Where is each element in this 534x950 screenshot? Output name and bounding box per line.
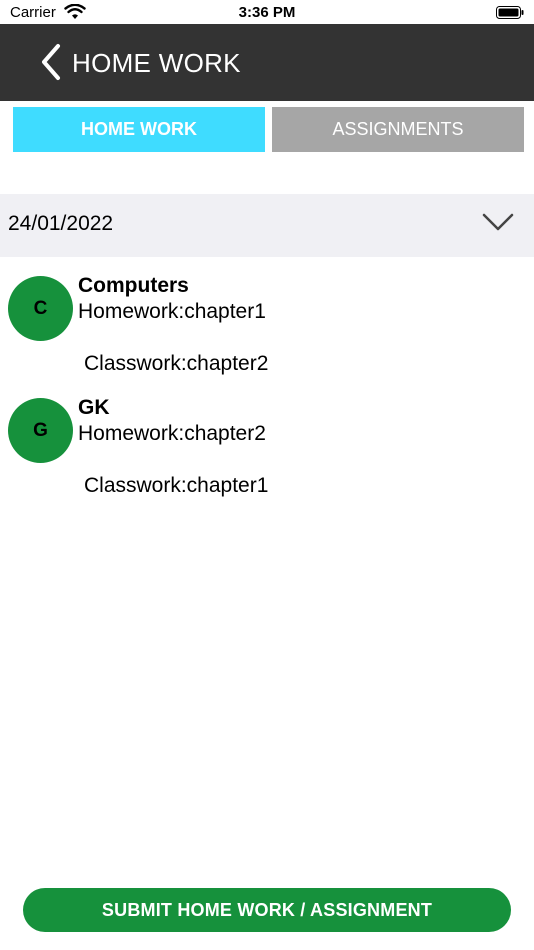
avatar: G: [8, 398, 73, 463]
date-selector[interactable]: 24/01/2022: [0, 194, 534, 257]
subject-name: GK: [78, 396, 110, 419]
battery-icon: [496, 6, 524, 19]
page-title: HOME WORK: [72, 48, 241, 78]
chevron-down-icon: [482, 213, 514, 231]
submit-home-work-button[interactable]: SUBMIT HOME WORK / ASSIGNMENT: [23, 888, 511, 932]
tab-home-work[interactable]: HOME WORK: [13, 107, 265, 152]
status-time: 3:36 PM: [238, 4, 296, 21]
avatar: C: [8, 276, 73, 341]
homework-text: Homework:chapter2: [78, 422, 266, 445]
selected-date: 24/01/2022: [8, 212, 114, 235]
classwork-text: Classwork:chapter1: [84, 474, 269, 497]
navigation-bar: HOME WORK: [0, 24, 534, 101]
subject-name: Computers: [78, 274, 189, 297]
tab-assignments[interactable]: ASSIGNMENTS: [272, 107, 524, 152]
list-item: G GK Homework:chapter2 Classwork:chapter…: [0, 396, 534, 518]
chevron-left-icon[interactable]: [36, 42, 64, 82]
classwork-text: Classwork:chapter2: [84, 352, 269, 375]
homework-text: Homework:chapter1: [78, 300, 266, 323]
status-bar: Carrier 3:36 PM: [0, 0, 534, 24]
list-item: C Computers Homework:chapter1 Classwork:…: [0, 274, 534, 396]
